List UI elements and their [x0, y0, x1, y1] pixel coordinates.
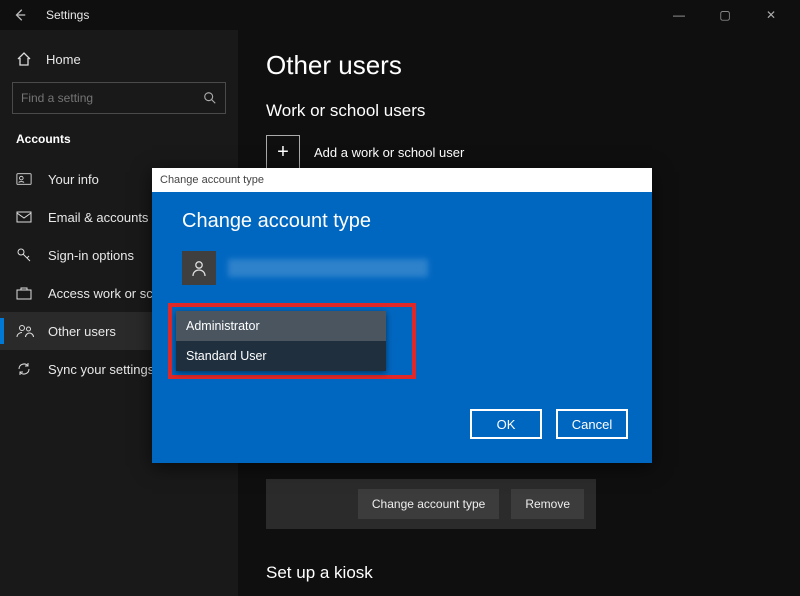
sync-icon — [16, 361, 34, 377]
sidebar-item-label: Email & accounts — [48, 210, 148, 225]
home-label: Home — [46, 52, 81, 67]
settings-window: Settings — ▢ ✕ Home Accounts Your info E… — [0, 0, 800, 596]
home-icon — [16, 51, 32, 67]
minimize-button[interactable]: — — [656, 0, 702, 30]
change-account-type-dialog: Change account type Change account type … — [152, 168, 652, 463]
key-icon — [16, 247, 34, 263]
back-arrow-icon — [13, 8, 27, 22]
titlebar: Settings — ▢ ✕ — [0, 0, 800, 30]
search-box[interactable] — [12, 82, 226, 114]
maximize-icon: ▢ — [719, 8, 730, 22]
kiosk-title: Set up a kiosk — [266, 563, 772, 583]
people-icon — [16, 324, 34, 338]
dialog-user-row — [182, 251, 622, 285]
sidebar-category: Accounts — [0, 126, 238, 160]
sidebar-item-label: Sync your settings — [48, 362, 154, 377]
sidebar-item-label: Other users — [48, 324, 116, 339]
close-button[interactable]: ✕ — [748, 0, 794, 30]
search-icon — [203, 91, 217, 105]
page-title: Other users — [266, 50, 772, 81]
mail-icon — [16, 211, 34, 223]
dropdown-option-standard-user[interactable]: Standard User — [176, 341, 386, 371]
plus-icon: + — [266, 135, 300, 169]
account-type-dropdown[interactable]: Administrator Standard User — [176, 311, 386, 371]
dialog-heading: Change account type — [182, 210, 622, 233]
kiosk-section: Set up a kiosk Assigned access Set up th… — [266, 563, 772, 596]
annotation-highlight: Administrator Standard User — [168, 303, 416, 379]
ok-button[interactable]: OK — [470, 409, 542, 439]
user-actions-panel: Change account type Remove — [266, 479, 596, 529]
back-button[interactable] — [6, 8, 34, 22]
window-title: Settings — [46, 8, 89, 22]
change-account-type-button[interactable]: Change account type — [358, 489, 499, 519]
avatar-icon — [182, 251, 216, 285]
dialog-title: Change account type — [152, 168, 652, 192]
close-icon: ✕ — [766, 8, 776, 22]
home-button[interactable]: Home — [0, 40, 238, 78]
dropdown-option-administrator[interactable]: Administrator — [176, 311, 386, 341]
user-card-icon — [16, 172, 34, 186]
section-title-work-school: Work or school users — [266, 101, 772, 121]
search-input[interactable] — [21, 91, 203, 105]
remove-user-button[interactable]: Remove — [511, 489, 584, 519]
sidebar-item-label: Your info — [48, 172, 99, 187]
sidebar-item-label: Sign-in options — [48, 248, 134, 263]
minimize-icon: — — [673, 8, 685, 22]
briefcase-icon — [16, 286, 34, 300]
add-work-school-user[interactable]: + Add a work or school user — [266, 135, 772, 169]
maximize-button[interactable]: ▢ — [702, 0, 748, 30]
cancel-button[interactable]: Cancel — [556, 409, 628, 439]
user-name-redacted — [228, 259, 428, 277]
add-work-school-label: Add a work or school user — [314, 145, 464, 160]
